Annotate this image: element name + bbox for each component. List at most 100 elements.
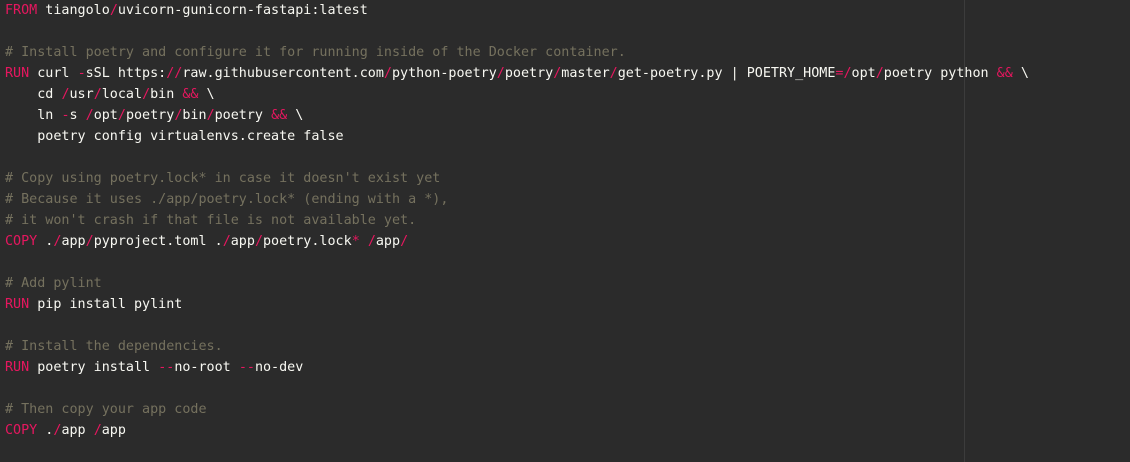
text-token: master xyxy=(561,66,610,81)
text-token: ln xyxy=(5,108,62,123)
text-token: app xyxy=(61,234,86,249)
operator-token: - xyxy=(77,66,86,81)
text-token: no-dev xyxy=(254,360,304,375)
operator-token: / xyxy=(93,423,102,438)
comment-token: # Install poetry and configure it for ru… xyxy=(5,45,626,60)
operator-token: / xyxy=(61,87,70,102)
code-line[interactable] xyxy=(5,252,1029,273)
operator-token: / xyxy=(109,3,118,18)
text-token: usr xyxy=(69,87,94,102)
text-token: get-poetry.py | POETRY_HOME xyxy=(617,66,836,81)
text-token: python-poetry xyxy=(391,66,497,81)
code-line[interactable]: RUN poetry install --no-root --no-dev xyxy=(5,357,1029,378)
text-token: app xyxy=(61,423,94,438)
operator-token: / xyxy=(254,234,263,249)
operator-token: / xyxy=(142,87,151,102)
operator-token: / xyxy=(206,108,215,123)
keyword-token: RUN xyxy=(5,66,30,81)
operator-token: / xyxy=(496,66,505,81)
text-token: . xyxy=(37,234,54,249)
operator-token: // xyxy=(166,66,183,81)
comment-token: # Because it uses ./app/poetry.lock* (en… xyxy=(5,192,449,207)
code-line[interactable]: COPY ./app /app xyxy=(5,420,1029,441)
text-token: \ xyxy=(287,108,304,123)
text-token: app xyxy=(375,234,401,249)
operator-token: / xyxy=(367,234,376,249)
code-line[interactable]: FROM tiangolo/uvicorn-gunicorn-fastapi:l… xyxy=(5,0,1029,21)
code-area[interactable]: FROM tiangolo/uvicorn-gunicorn-fastapi:l… xyxy=(5,0,1029,441)
keyword-token: RUN xyxy=(5,360,30,375)
operator-token: && xyxy=(271,108,288,123)
text-token: poetry xyxy=(125,108,175,123)
text-token: no-root xyxy=(174,360,239,375)
text-token: cd xyxy=(5,87,62,102)
operator-token: / xyxy=(383,66,392,81)
operator-token: / xyxy=(85,234,94,249)
text-token: . xyxy=(37,423,54,438)
text-token: poetry python xyxy=(883,66,997,81)
code-line[interactable] xyxy=(5,315,1029,336)
code-line[interactable]: COPY ./app/pyproject.toml ./app/poetry.l… xyxy=(5,231,1029,252)
code-line[interactable]: poetry config virtualenvs.create false xyxy=(5,126,1029,147)
text-token: app xyxy=(230,234,255,249)
code-line[interactable]: # Then copy your app code xyxy=(5,399,1029,420)
code-line[interactable] xyxy=(5,21,1029,42)
keyword-token: COPY xyxy=(5,234,38,249)
text-token: \ xyxy=(198,87,215,102)
operator-token: / xyxy=(222,234,231,249)
operator-token: / xyxy=(93,87,102,102)
text-token: poetry xyxy=(214,108,272,123)
text-token: raw.githubusercontent.com xyxy=(182,66,384,81)
code-line[interactable]: RUN pip install pylint xyxy=(5,294,1029,315)
right-margin-guide xyxy=(964,0,965,462)
comment-token: # Then copy your app code xyxy=(5,402,207,417)
operator-token: -- xyxy=(158,360,175,375)
code-line[interactable]: RUN curl -sSL https://raw.githubusercont… xyxy=(5,63,1029,84)
operator-token: / xyxy=(875,66,884,81)
comment-token: # Install the dependencies. xyxy=(5,339,223,354)
code-line[interactable]: # Install the dependencies. xyxy=(5,336,1029,357)
text-token: app xyxy=(101,423,126,438)
text-token: poetry xyxy=(504,66,554,81)
text-token: poetry config virtualenvs.create false xyxy=(5,129,344,144)
operator-token: && xyxy=(996,66,1013,81)
code-line[interactable]: cd /usr/local/bin && \ xyxy=(5,84,1029,105)
code-line[interactable]: # Install poetry and configure it for ru… xyxy=(5,42,1029,63)
code-line[interactable]: # Copy using poetry.lock* in case it doe… xyxy=(5,168,1029,189)
text-token: local xyxy=(101,87,143,102)
comment-token: # Add pylint xyxy=(5,276,102,291)
text-token: uvicorn-gunicorn-fastapi:latest xyxy=(117,3,368,18)
operator-token: / xyxy=(117,108,126,123)
text-token: poetry install xyxy=(29,360,159,375)
text-token: poetry.lock xyxy=(263,234,352,249)
keyword-token: COPY xyxy=(5,423,38,438)
code-line[interactable]: # Add pylint xyxy=(5,273,1029,294)
comment-token: # Copy using poetry.lock* in case it doe… xyxy=(5,171,441,186)
operator-token: && xyxy=(182,87,199,102)
keyword-token: RUN xyxy=(5,297,30,312)
code-line[interactable] xyxy=(5,378,1029,399)
text-token: pyproject.toml . xyxy=(93,234,223,249)
text-token: bin xyxy=(182,108,207,123)
text-token: \ xyxy=(1012,66,1029,81)
operator-token: / xyxy=(85,108,94,123)
operator-token: / xyxy=(400,234,409,249)
code-editor[interactable]: FROM tiangolo/uvicorn-gunicorn-fastapi:l… xyxy=(0,0,1130,462)
operator-token: - xyxy=(61,108,70,123)
code-line[interactable]: # it won't crash if that file is not ava… xyxy=(5,210,1029,231)
text-token: opt xyxy=(851,66,876,81)
text-token: curl xyxy=(29,66,78,81)
operator-token: * xyxy=(351,234,360,249)
comment-token: # it won't crash if that file is not ava… xyxy=(5,213,417,228)
code-line[interactable]: ln -s /opt/poetry/bin/poetry && \ xyxy=(5,105,1029,126)
text-token: s xyxy=(69,108,86,123)
text-token: opt xyxy=(93,108,118,123)
text-token: bin xyxy=(150,87,183,102)
code-line[interactable] xyxy=(5,147,1029,168)
text-token: sSL https: xyxy=(85,66,167,81)
operator-token: =/ xyxy=(835,66,852,81)
code-line[interactable]: # Because it uses ./app/poetry.lock* (en… xyxy=(5,189,1029,210)
operator-token: -- xyxy=(238,360,255,375)
text-token: pip install pylint xyxy=(29,297,183,312)
